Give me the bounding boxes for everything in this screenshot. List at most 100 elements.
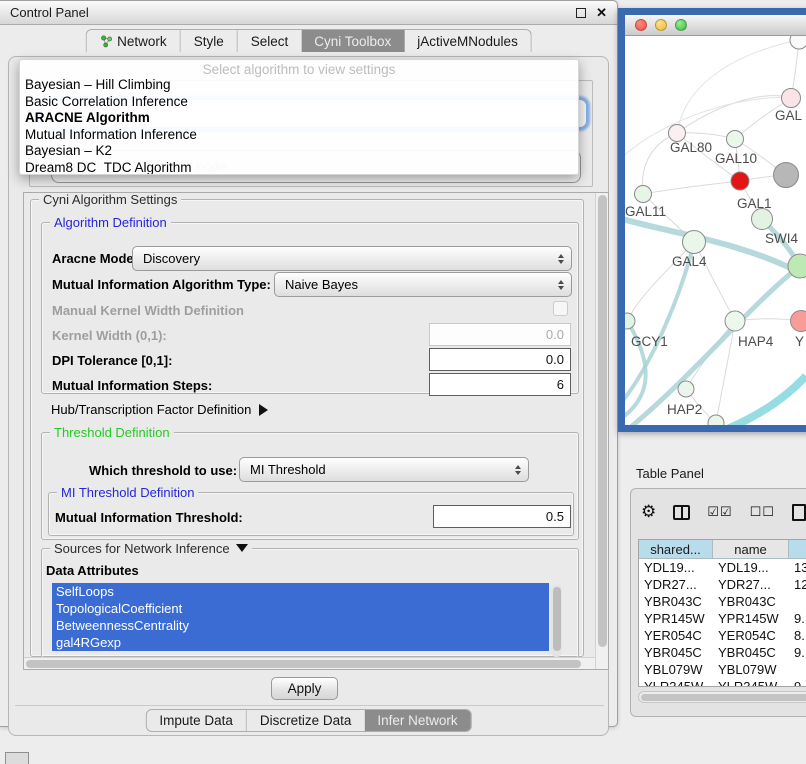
tab-infer-network[interactable]: Infer Network	[364, 710, 470, 731]
node-GAL10[interactable]	[727, 131, 744, 148]
node-unlabeled-bottom[interactable]	[708, 415, 724, 425]
node-HAP4[interactable]	[725, 311, 745, 331]
manual-kernel-checkbox[interactable]	[553, 301, 568, 316]
node-label-GCY1: GCY1	[631, 334, 668, 349]
tab-cyni-toolbox[interactable]: Cyni Toolbox	[301, 30, 404, 52]
table-row[interactable]: YDL19...YDL19...13	[639, 559, 806, 576]
settings-hscrollbar[interactable]	[24, 657, 597, 669]
node-label-HAP2: HAP2	[667, 402, 702, 417]
table-row[interactable]: YPR145WYPR145W9.	[639, 610, 806, 627]
node-unlabeled-pink[interactable]	[782, 89, 801, 108]
mi-type-value: Naive Bayes	[285, 277, 358, 292]
table-row[interactable]: YBR045CYBR045C9.	[639, 644, 806, 661]
sources-title[interactable]: Sources for Network Inference	[50, 541, 252, 556]
table-cell: YDR27...	[713, 576, 789, 593]
mi-threshold-field[interactable]: 0.5	[433, 505, 571, 528]
hub-section-label: Hub/Transcription Factor Definition	[51, 402, 251, 417]
tab-network[interactable]: Network	[86, 30, 180, 52]
algorithm-option[interactable]: Dream8 DC_TDC Algorithm	[20, 160, 578, 176]
node-GAL80[interactable]	[669, 125, 686, 142]
node-label-GAL10: GAL10	[715, 151, 757, 166]
minimized-panel-icon[interactable]	[5, 752, 29, 764]
node-label-GAL4: GAL4	[672, 254, 707, 269]
attribute-item[interactable]: TopologicalCoefficient	[52, 600, 549, 617]
close-traffic-light-icon[interactable]	[635, 19, 647, 31]
node-unlabeled-gray[interactable]	[774, 163, 799, 188]
column-header[interactable]: name	[713, 540, 789, 559]
attribute-item[interactable]: gal4RGexp	[52, 634, 549, 651]
table-hscrollbar[interactable]	[638, 691, 806, 703]
table-row[interactable]: YER054CYER054C8.	[639, 627, 806, 644]
table-cell: 9.	[789, 644, 806, 661]
float-window-icon[interactable]	[576, 8, 586, 18]
tab-impute-data[interactable]: Impute Data	[146, 710, 246, 731]
close-window-icon[interactable]: ✕	[596, 8, 607, 18]
node-GCY1[interactable]	[625, 313, 635, 329]
tab-label: Select	[251, 34, 289, 49]
node-table: shared...name YDL19...YDL19...13YDR27...…	[638, 539, 806, 687]
sources-title-text: Sources for Network Inference	[54, 541, 230, 556]
algorithm-option[interactable]: ARACNE Algorithm	[20, 110, 578, 127]
algorithm-option[interactable]: Mutual Information Inference	[20, 127, 578, 144]
table-body: YDL19...YDL19...13YDR27...YDR27...12YBR0…	[639, 559, 806, 687]
table-cell: 12	[789, 576, 806, 593]
table-row[interactable]: YLR345WYLR345W9.	[639, 678, 806, 687]
table-panel: ⚙ ☑☑ ☐☐ shared...name YDL19...YDL19...13…	[630, 488, 806, 717]
node-GAL1-red[interactable]	[731, 172, 749, 190]
table-cell: YBR045C	[639, 644, 713, 661]
network-window-titlebar	[625, 15, 806, 36]
file-icon[interactable]	[792, 504, 806, 521]
mi-threshold-group-title: MI Threshold Definition	[57, 485, 198, 500]
which-threshold-label: Which threshold to use:	[89, 463, 237, 478]
node-HAP2[interactable]	[678, 381, 694, 397]
mi-steps-field[interactable]: 6	[429, 373, 571, 396]
node-GAL4[interactable]	[683, 231, 706, 254]
mi-type-combobox[interactable]: Naive Bayes	[274, 272, 572, 297]
tab-label: Impute Data	[159, 713, 233, 728]
attributes-scrollbar[interactable]	[551, 585, 562, 657]
algorithm-option[interactable]: Bayesian – K2	[20, 143, 578, 160]
algorithm-option[interactable]: Bayesian – Hill Climbing	[20, 77, 578, 94]
attribute-item[interactable]: SelfLoops	[52, 583, 549, 600]
tab-style[interactable]: Style	[180, 30, 237, 52]
table-row[interactable]: YBR043CYBR043C	[639, 593, 806, 610]
top-tab-strip: Network Style Select Cyni Toolbox jActiv…	[85, 29, 532, 52]
tab-jactivemnodules[interactable]: jActiveMNodules	[404, 30, 531, 52]
algorithm-option[interactable]: Basic Correlation Inference	[20, 94, 578, 111]
which-threshold-value: MI Threshold	[250, 462, 326, 477]
node-GAL11[interactable]	[635, 186, 652, 203]
kernel-width-label: Kernel Width (0,1):	[52, 328, 167, 343]
network-canvas[interactable]: GALGAL80GAL10GAL1GAL11SWI4GAL4GCY1HAP4YH…	[625, 36, 806, 425]
table-panel-title: Table Panel	[636, 466, 704, 481]
node-unlabeled-salmon[interactable]	[791, 311, 806, 332]
column-header[interactable]	[789, 540, 806, 559]
minimize-traffic-light-icon[interactable]	[655, 19, 667, 31]
table-row[interactable]: YDR27...YDR27...12	[639, 576, 806, 593]
deselect-all-icon[interactable]: ☐☐	[750, 505, 775, 520]
node-label-GAL: GAL	[775, 108, 803, 123]
tab-select[interactable]: Select	[237, 30, 302, 52]
algorithm-definition-title: Algorithm Definition	[50, 215, 171, 230]
select-all-icon[interactable]: ☑☑	[707, 505, 732, 520]
node-unlabeled-top[interactable]	[790, 36, 806, 49]
apply-button[interactable]: Apply	[271, 677, 338, 700]
column-header[interactable]: shared...	[639, 540, 713, 559]
node-GAL1[interactable]	[752, 209, 773, 230]
expanded-arrow-icon	[236, 544, 248, 552]
aracne-mode-combobox[interactable]: Discovery	[132, 246, 572, 271]
settings-vscrollbar[interactable]	[595, 193, 608, 669]
attribute-item[interactable]: BetweennessCentrality	[52, 617, 549, 634]
zoom-traffic-light-icon[interactable]	[675, 19, 687, 31]
tab-discretize-data[interactable]: Discretize Data	[246, 710, 365, 731]
split-columns-icon[interactable]	[673, 505, 690, 520]
which-threshold-combobox[interactable]: MI Threshold	[239, 457, 529, 482]
data-attributes-list[interactable]: SelfLoopsTopologicalCoefficientBetweenne…	[52, 583, 549, 661]
table-cell: YER054C	[639, 627, 713, 644]
hub-section-toggle[interactable]: Hub/Transcription Factor Definition	[51, 402, 268, 417]
node-label-Y: Y	[795, 334, 804, 349]
dpi-tolerance-field[interactable]: 0.0	[429, 348, 571, 371]
gear-icon[interactable]: ⚙	[641, 503, 656, 521]
kernel-width-field[interactable]: 0.0	[429, 323, 571, 346]
collapsed-arrow-icon	[259, 404, 268, 416]
table-row[interactable]: YBL079WYBL079W	[639, 661, 806, 678]
